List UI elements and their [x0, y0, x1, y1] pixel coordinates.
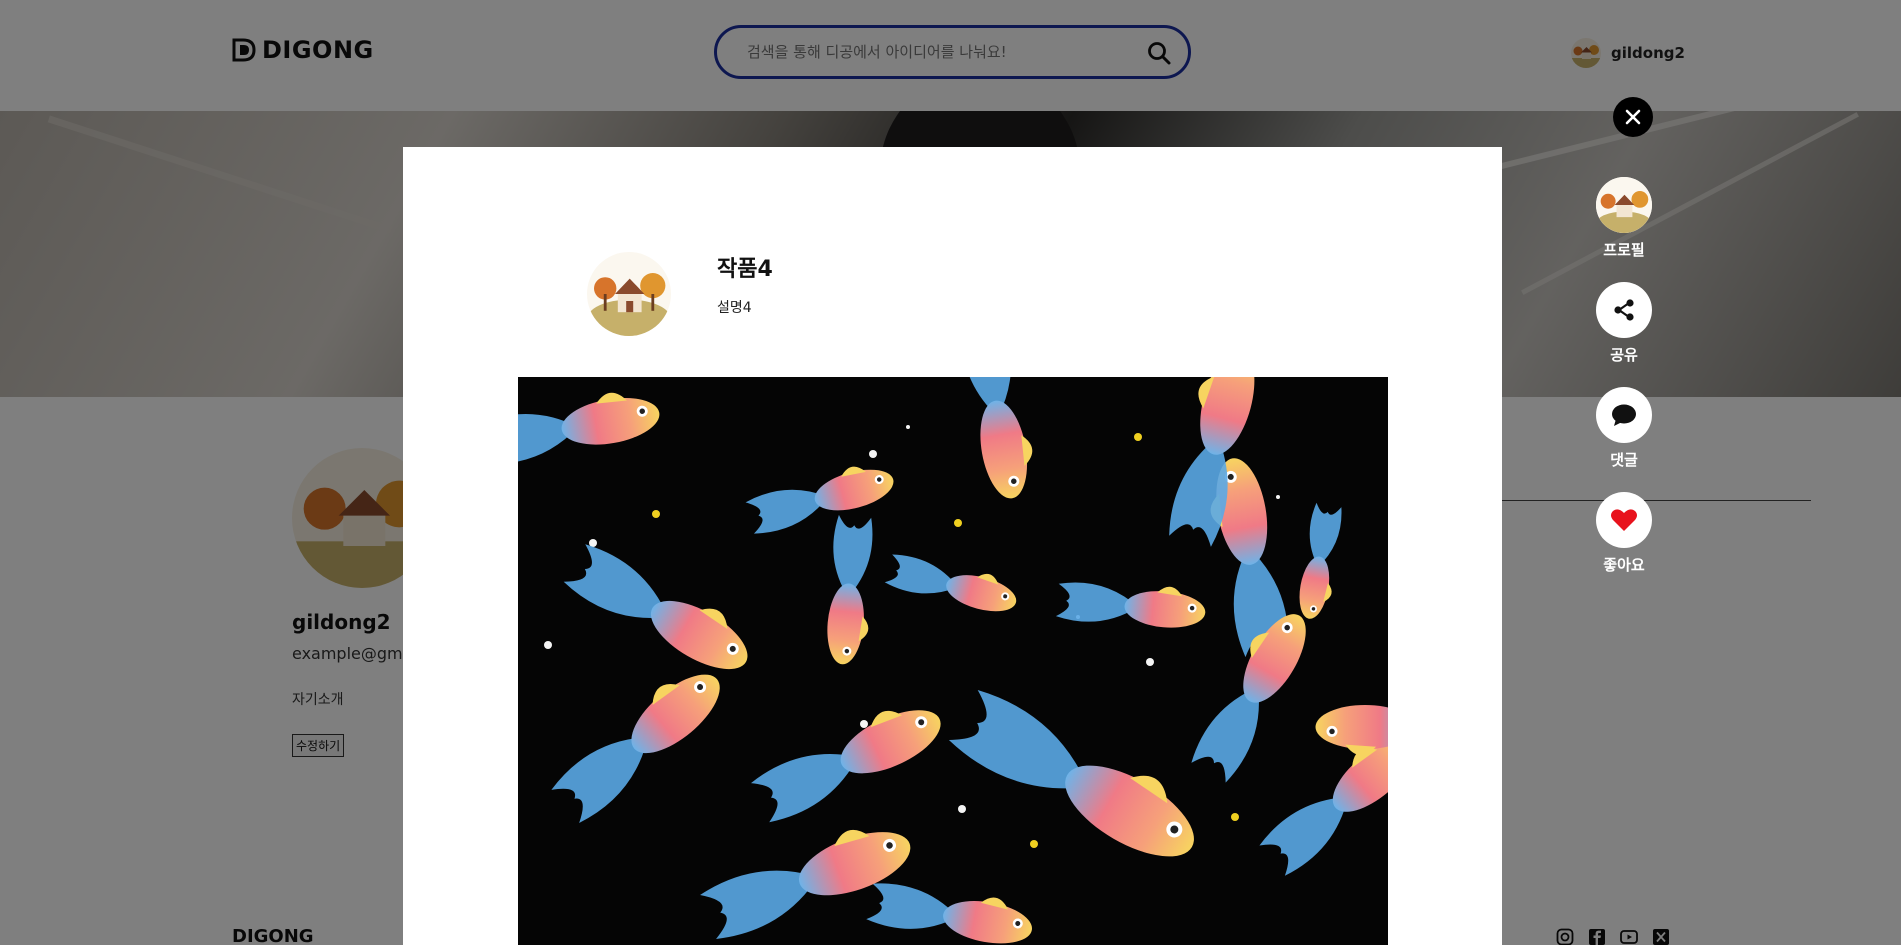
side-like-button[interactable]: 좋아요 — [1596, 492, 1652, 575]
side-profile-button[interactable]: 프로필 — [1596, 177, 1652, 260]
close-modal-button[interactable] — [1613, 97, 1653, 137]
house-illustration-icon — [1596, 177, 1652, 233]
house-illustration-icon — [587, 252, 671, 336]
side-profile-avatar — [1596, 177, 1652, 233]
heart-icon — [1611, 509, 1637, 531]
side-share-circle — [1596, 282, 1652, 338]
close-icon — [1625, 109, 1641, 125]
side-like-label: 좋아요 — [1603, 556, 1645, 574]
side-share-button[interactable]: 공유 — [1596, 282, 1652, 365]
side-like-circle — [1596, 492, 1652, 548]
author-avatar[interactable] — [587, 252, 671, 336]
modal-side-actions: 프로필 공유 댓글 좋아요 — [1596, 177, 1652, 597]
comment-icon — [1612, 404, 1636, 426]
side-comment-circle — [1596, 387, 1652, 443]
side-comment-label: 댓글 — [1610, 451, 1638, 469]
artwork-description: 설명4 — [717, 300, 752, 316]
koi-fish-painting-icon — [518, 377, 1388, 945]
side-share-label: 공유 — [1610, 346, 1638, 364]
side-comment-button[interactable]: 댓글 — [1596, 387, 1652, 470]
artwork-image — [518, 377, 1388, 945]
side-profile-label: 프로필 — [1603, 241, 1645, 259]
artwork-title: 작품4 — [717, 257, 773, 282]
artwork-modal: 작품4 설명4 — [403, 147, 1502, 945]
share-icon — [1614, 299, 1634, 321]
